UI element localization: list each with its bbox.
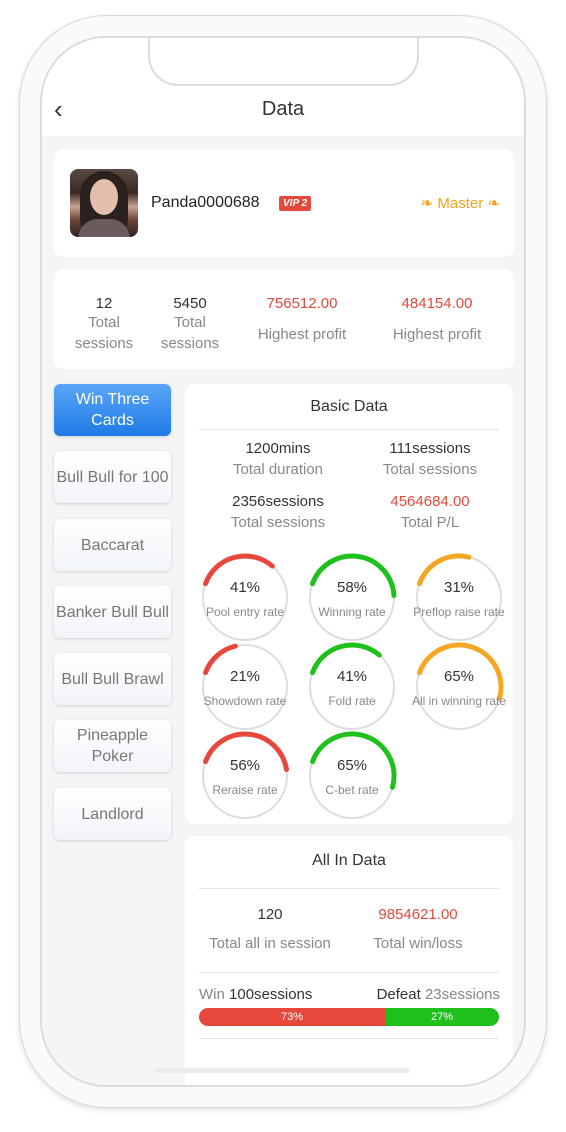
tab-banker-bull-bull[interactable]: Banker Bull Bull [54,586,171,638]
phone-screen: ‹ Data Panda0000688 VIP 2 ❧ Master ❧ 12 … [40,36,526,1087]
win-value: 100sessions [229,986,313,1003]
gauge-label: Preflop raise rate [413,605,505,619]
rate-gauge: 56% Reraise rate [199,730,291,822]
allin-stat: 9854621.00 Total win/loss [343,906,493,952]
gauge-percent: 65% [336,757,368,774]
gauge-percent: 41% [229,579,261,596]
basic-stat: 1200mins Total duration [203,440,353,478]
divider [199,972,499,973]
vip-badge: VIP 2 [279,196,312,211]
summary-value: 484154.00 [401,295,473,312]
summary-value: 5450 [173,295,207,312]
tab-bull-bull-for-100[interactable]: Bull Bull for 100 [54,451,171,503]
summary-stat: 5450 Total sessions [154,295,226,354]
basic-stat: 2356sessions Total sessions [203,493,353,531]
allin-label: Total win/loss [373,935,463,952]
basic-value: 1200mins [245,440,311,457]
home-indicator [155,1068,410,1073]
gauge-percent: 21% [229,668,261,685]
gauge-label: Reraise rate [212,783,278,797]
gauge-label: Pool entry rate [205,605,285,619]
basic-stat: 111sessions Total sessions [355,440,505,478]
gauge-label: Showdown rate [203,694,287,708]
gauge-percent: 56% [229,757,261,774]
basic-value: 2356sessions [232,493,324,510]
avatar[interactable] [70,169,138,237]
gauge-ring [202,553,288,641]
gauge-percent: 31% [443,579,475,596]
gauge-label: Winning rate [318,605,386,619]
tab-pineapple-poker[interactable]: Pineapple Poker [54,720,171,772]
profile-card: Panda0000688 VIP 2 ❧ Master ❧ [54,149,514,257]
summary-card: 12 Total sessions 5450 Total sessions 75… [54,269,514,369]
basic-stat: 4564684.00 Total P/L [355,493,505,531]
divider [199,429,499,430]
rate-gauge: 41% Pool entry rate [199,552,291,644]
gauge-percent: 65% [443,668,475,685]
defeat-value: 23sessions [424,986,500,1003]
rank-badge: ❧ Master ❧ [421,194,500,212]
defeat-sessions: Defeat 23sessions [377,986,500,1003]
laurel-left-icon: ❧ [420,195,434,212]
tab-baccarat[interactable]: Baccarat [54,519,171,571]
summary-label: Highest profit [257,326,347,343]
page-title: Data [261,98,305,120]
rank-label: Master [437,195,484,212]
summary-value: 756512.00 [266,295,338,312]
divider [199,888,499,889]
gauge-ring [309,731,397,819]
summary-label: Total sessions [160,314,220,352]
allin-value: 9854621.00 [378,906,458,923]
win-label: Win [199,986,225,1003]
rate-gauge: 65% All in winning rate [412,641,506,733]
rate-gauge: 21% Showdown rate [199,641,291,733]
tab-bull-bull-brawl[interactable]: Bull Bull Brawl [54,653,171,705]
defeat-segment: 27% [385,1008,499,1026]
gauge-ring [309,553,397,641]
gauge-percent: 58% [336,579,368,596]
summary-stat: 12 Total sessions [68,295,140,354]
summary-label: Total sessions [74,314,134,352]
allin-stat: 120 Total all in session [195,906,345,952]
username: Panda0000688 [151,194,260,211]
rate-gauge: 65% C-bet rate [306,730,398,822]
gauge-ring [202,643,288,730]
win-segment: 73% [199,1008,385,1026]
summary-stat: 756512.00 Highest profit [240,295,364,345]
basic-value: 111sessions [389,440,471,457]
all-in-data-card: All In Data 120 Total all in session 985… [185,836,513,1085]
rate-gauge: 41% Fold rate [306,641,398,733]
tab-win-three-cards[interactable]: Win Three Cards [54,384,171,436]
allin-label: Total all in session [209,935,331,952]
gauge-ring [309,642,395,730]
summary-stat: 484154.00 Highest profit [374,295,500,345]
summary-value: 12 [95,295,113,312]
win-loss-bar: 73% 27% [199,1008,499,1026]
win-sessions: Win 100sessions [199,986,312,1003]
gauge-label: Fold rate [328,694,376,708]
basic-data-card: Basic Data 1200mins Total duration 111se… [185,384,513,824]
allin-value: 120 [257,906,283,923]
gauge-ring [416,642,504,730]
gauge-ring [202,731,290,819]
defeat-label: Defeat [376,986,421,1003]
phone-notch [148,38,419,86]
gauge-ring [416,553,502,641]
divider [199,1038,499,1039]
rate-gauge: 31% Preflop raise rate [413,552,505,644]
basic-value: 4564684.00 [390,493,470,510]
basic-label: Total sessions [382,461,478,478]
gauge-label: All in winning rate [411,694,507,708]
laurel-right-icon: ❧ [487,195,500,212]
basic-label: Total duration [232,461,324,478]
rate-gauge: 58% Winning rate [306,552,398,644]
basic-label: Total P/L [400,514,460,531]
gauge-label: C-bet rate [325,783,379,797]
summary-label: Highest profit [392,326,482,343]
basic-label: Total sessions [230,514,326,531]
gauge-percent: 41% [336,668,368,685]
tab-landlord[interactable]: Landlord [54,788,171,840]
section-title: All In Data [312,852,386,869]
section-title: Basic Data [310,398,388,415]
